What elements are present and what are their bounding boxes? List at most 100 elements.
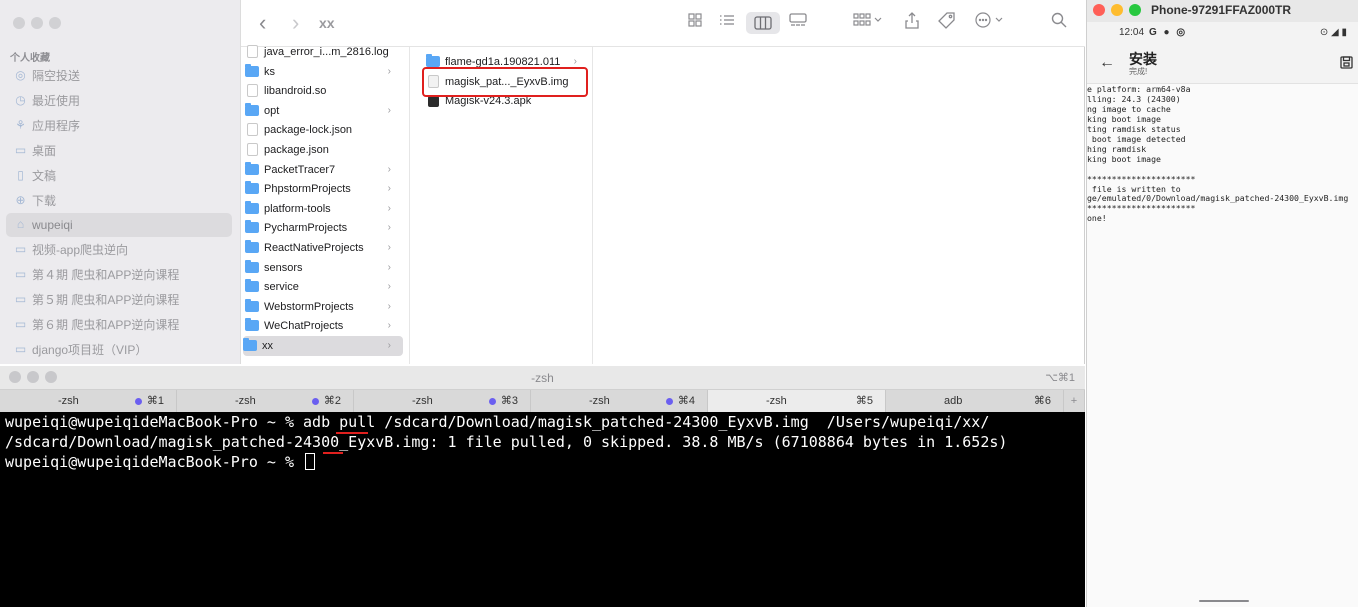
document-icon — [247, 143, 258, 156]
file-row[interactable]: PycharmProjects › — [245, 218, 403, 238]
terminal-tab[interactable]: -zsh ⌘5 — [708, 390, 886, 412]
file-row[interactable]: package.json — [245, 140, 403, 160]
group-by-icon[interactable] — [851, 12, 885, 34]
sidebar-item[interactable]: ◎ 隔空投送 — [6, 64, 232, 88]
phone-mirror-window: Phone-97291FFAZ000TR 12:04 G ● ◎ ⊙ ◢ ▮ ←… — [1086, 0, 1358, 607]
log-line: ng image to cache — [1087, 103, 1171, 114]
document-icon — [247, 45, 258, 58]
gallery-view-icon[interactable] — [787, 12, 809, 34]
file-row[interactable]: platform-tools › — [245, 199, 403, 219]
phone-status-bar: 12:04 G ● ◎ ⊙ ◢ ▮ — [1087, 22, 1358, 44]
sidebar-item[interactable]: ◷ 最近使用 — [6, 89, 232, 113]
chevron-right-icon: › — [387, 242, 391, 253]
terminal-line-command: wupeiqi@wupeiqideMacBook-Pro ~ % adb pul… — [5, 413, 990, 431]
close-window-button[interactable] — [1093, 4, 1105, 16]
folder-icon: ▭ — [14, 242, 27, 257]
folder-icon — [245, 259, 259, 273]
file-name: libandroid.so — [264, 85, 327, 98]
sidebar-item[interactable]: ▯ 文稿 — [6, 164, 232, 188]
zoom-window-button[interactable] — [49, 17, 61, 29]
file-name: package.json — [264, 144, 329, 156]
file-row[interactable]: PhpstormProjects › — [245, 179, 403, 199]
finder-window: 个人收藏 ◎ 隔空投送 ◷ 最近使用 ⚘ 应用程序 ▭ 桌面 ▯ 文稿 ⊕ 下载 ⌂ wupeiqi ▭ 视频… — [0, 0, 1085, 364]
close-window-button[interactable] — [13, 17, 25, 29]
sidebar-item-label: 文稿 — [32, 168, 57, 183]
status-icons: G ● ◎ — [1149, 27, 1188, 38]
forward-button[interactable]: › — [292, 12, 299, 34]
terminal-tab[interactable]: adb ⌘6 — [886, 390, 1064, 412]
file-row[interactable]: PacketTracer7 › — [245, 160, 403, 180]
gesture-bar[interactable] — [1199, 600, 1249, 602]
terminal-output[interactable]: wupeiqi@wupeiqideMacBook-Pro ~ % adb pul… — [0, 412, 1085, 607]
log-line: e platform: arm64-v8a — [1087, 84, 1191, 94]
finder-toolbar: ‹ › xx — [241, 0, 1085, 47]
more-actions-icon[interactable] — [974, 12, 1008, 34]
desktop-icon: ▭ — [14, 142, 27, 157]
minimize-window-button[interactable] — [1111, 4, 1123, 16]
sidebar-item-label: 第６期 爬虫和APP逆向课程 — [32, 318, 180, 332]
sidebar-item[interactable]: ▭ 第４期 爬虫和APP逆向课程 — [6, 263, 232, 287]
chevron-right-icon: › — [387, 202, 391, 214]
tag-icon[interactable] — [936, 12, 956, 34]
chevron-right-icon: › — [387, 222, 391, 234]
sidebar-item[interactable]: ⚘ 应用程序 — [6, 114, 232, 138]
minimize-window-button[interactable] — [31, 17, 43, 29]
clock-icon: ◷ — [15, 92, 26, 107]
share-icon[interactable] — [903, 12, 921, 34]
folder-icon — [245, 298, 259, 312]
list-view-icon[interactable] — [717, 12, 737, 34]
activity-dot-icon — [312, 398, 319, 405]
file-name: opt — [264, 104, 280, 117]
sidebar-item[interactable]: ▭ 视频-app爬虫逆向 — [6, 238, 232, 262]
terminal-titlebar: -zsh ⌥⌘1 — [0, 366, 1085, 390]
sidebar-item-label: django项目班（VIP） — [32, 342, 148, 357]
file-row[interactable]: xx › — [243, 336, 403, 356]
file-row[interactable]: WebstormProjects › — [245, 297, 403, 317]
file-row[interactable]: libandroid.so — [245, 81, 403, 101]
chevron-right-icon: › — [387, 320, 391, 332]
save-log-icon[interactable] — [1340, 56, 1353, 72]
tab-shortcut: ⌘6 — [1033, 395, 1051, 407]
terminal-tab[interactable]: -zsh ⌘1 — [0, 390, 177, 412]
file-row[interactable]: sensors › — [245, 258, 403, 278]
file-row[interactable]: opt › — [245, 101, 403, 121]
file-row[interactable]: ks › — [245, 62, 403, 82]
chevron-right-icon: › — [387, 300, 391, 312]
zoom-window-button[interactable] — [1129, 4, 1141, 16]
back-button[interactable]: ‹ — [259, 12, 266, 34]
chevron-right-icon: › — [387, 261, 391, 273]
file-row[interactable]: ReactNativeProjects › — [245, 238, 403, 258]
new-tab-button[interactable]: + — [1064, 390, 1085, 412]
folder-icon — [245, 161, 259, 175]
folder-icon — [245, 220, 259, 234]
sidebar-item[interactable]: ▭ django项目班（VIP） — [6, 338, 232, 362]
terminal-tab[interactable]: -zsh ⌘3 — [354, 390, 531, 412]
sidebar-item[interactable]: ⊕ 下载 — [6, 189, 232, 213]
folder-icon — [245, 200, 259, 214]
tab-shortcut: ⌘5 — [855, 395, 873, 407]
sidebar-item[interactable]: ▭ 桌面 — [6, 139, 232, 163]
folder-icon — [245, 318, 259, 332]
terminal-tab[interactable]: -zsh ⌘2 — [177, 390, 354, 412]
install-log: e platform: arm64-v8a lling: 24.3 (24300)… — [1087, 84, 1358, 604]
file-name: PhpstormProjects — [264, 183, 351, 196]
log-line: ********************** — [1087, 173, 1196, 184]
file-row[interactable]: WeChatProjects › — [245, 316, 403, 336]
sidebar-item[interactable]: ▭ 第６期 爬虫和APP逆向课程 — [6, 313, 232, 337]
column-view-icon[interactable] — [746, 12, 780, 34]
file-row[interactable]: service › — [245, 277, 403, 297]
sidebar-item[interactable]: ⌂ wupeiqi — [6, 213, 232, 238]
sidebar-item[interactable]: ▭ 第５期 爬虫和APP逆向课程 — [6, 288, 232, 312]
log-line: king boot image — [1087, 113, 1161, 124]
file-name: service — [264, 281, 299, 294]
terminal-line-prompt: wupeiqi@wupeiqideMacBook-Pro ~ % — [5, 452, 316, 472]
file-row[interactable]: java_error_i...m_2816.log — [245, 42, 403, 62]
icon-view-icon[interactable] — [685, 12, 705, 34]
search-icon[interactable] — [1049, 12, 1069, 34]
file-row[interactable]: package-lock.json — [245, 120, 403, 140]
folder-icon: ▭ — [14, 341, 27, 356]
terminal-tab[interactable]: -zsh ⌘4 — [531, 390, 708, 412]
chevron-right-icon: › — [387, 281, 391, 293]
document-icon: ▯ — [17, 167, 24, 182]
back-arrow-icon[interactable]: ← — [1099, 54, 1115, 72]
